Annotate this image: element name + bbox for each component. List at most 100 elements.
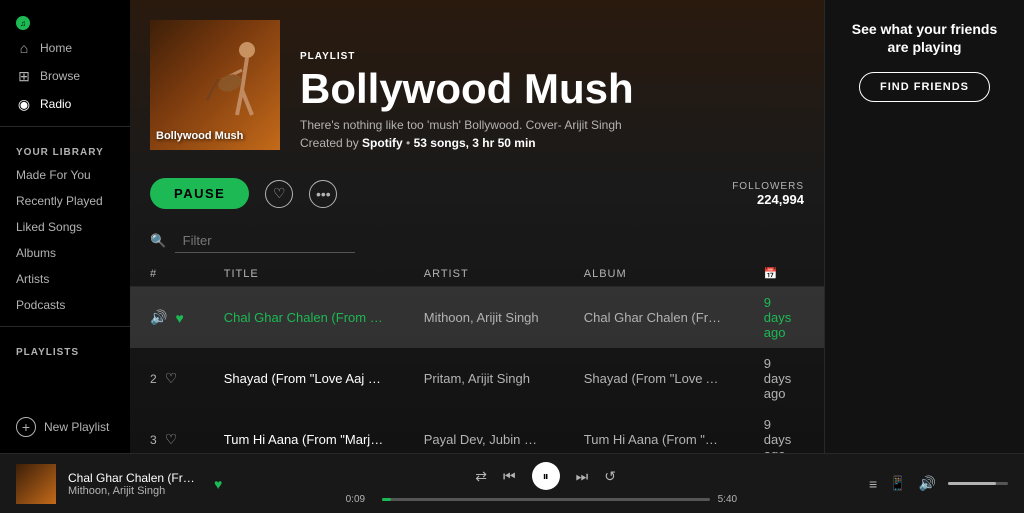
track-duration: 4:08 <box>811 348 824 409</box>
plus-icon: + <box>16 417 36 437</box>
followers-info: FOLLOWERS 224,994 <box>732 181 804 207</box>
player-album-art <box>16 464 56 504</box>
playlist-creator: Spotify <box>362 136 403 150</box>
track-title: Tum Hi Aana (From "Marjaavaan") <box>204 409 404 453</box>
queue-button[interactable]: ≡ <box>869 476 877 492</box>
track-duration: 4:09 <box>811 409 824 453</box>
player-track-name: Chal Ghar Chalen (From "Mal... <box>68 471 198 485</box>
content-area: Bollywood Mush PLAYLIST Bollywood Mush T… <box>130 0 1024 453</box>
filter-input[interactable] <box>175 229 355 253</box>
new-playlist-label: New Playlist <box>44 420 109 434</box>
sidebar-item-recently-played[interactable]: Recently Played <box>0 188 130 214</box>
track-album: Shayad (From "Love Aaj K... <box>564 348 744 409</box>
track-artist: Mithoon, Arijit Singh <box>404 287 564 349</box>
sidebar-item-label: Podcasts <box>16 298 65 312</box>
sidebar-item-home[interactable]: ⌂ Home <box>0 34 130 62</box>
track-date: 9 days ago <box>744 348 811 409</box>
next-button[interactable]: ⏭ <box>576 468 589 485</box>
right-sidebar: See what your friends are playing FIND F… <box>824 0 1024 453</box>
sidebar-divider <box>0 126 130 127</box>
sidebar-item-label: Home <box>40 41 72 55</box>
sidebar-item-label: Artists <box>16 272 49 286</box>
col-artist: ARTIST <box>404 261 564 287</box>
col-date: 📅 <box>744 261 811 287</box>
playlist-type-label: PLAYLIST <box>300 51 634 62</box>
current-time: 0:09 <box>346 494 374 505</box>
new-playlist-button[interactable]: + New Playlist <box>0 409 130 445</box>
followers-label: FOLLOWERS <box>732 181 804 192</box>
volume-bar[interactable] <box>948 482 1008 485</box>
total-time: 5:40 <box>718 494 746 505</box>
pause-button[interactable]: PAUSE <box>150 178 249 209</box>
sidebar-item-artists[interactable]: Artists <box>0 266 130 292</box>
player-artist-name: Mithoon, Arijit Singh <box>68 485 198 497</box>
sidebar-item-label: Browse <box>40 69 80 83</box>
track-duration: 5:41 <box>811 287 824 349</box>
playlist-header: Bollywood Mush PLAYLIST Bollywood Mush T… <box>130 0 824 166</box>
table-row[interactable]: 2♡Shayad (From "Love Aaj Kal")Pritam, Ar… <box>130 348 824 409</box>
sidebar-item-podcasts[interactable]: Podcasts <box>0 292 130 318</box>
player-heart-icon[interactable]: ♥ <box>214 476 222 492</box>
shuffle-button[interactable]: ⇄ <box>475 468 487 485</box>
spotify-logo: ♫ <box>16 16 30 30</box>
more-options-icon[interactable]: ••• <box>309 180 337 208</box>
radio-icon: ◉ <box>16 96 32 112</box>
sidebar-item-made-for-you[interactable]: Made For You <box>0 162 130 188</box>
playlist-description: There's nothing like too 'mush' Bollywoo… <box>300 118 634 132</box>
sidebar-item-browse[interactable]: ⊞ Browse <box>0 62 130 90</box>
table-row[interactable]: 🔊♥Chal Ghar Chalen (From "Malang - Unlea… <box>130 287 824 349</box>
volume-bar-fill <box>948 482 996 485</box>
nav-section: ⌂ Home ⊞ Browse ◉ Radio <box>0 34 130 118</box>
heart-action-icon[interactable]: ♡ <box>265 180 293 208</box>
sidebar-item-label: Albums <box>16 246 56 260</box>
track-table-header: # TITLE ARTIST ALBUM 📅 🕐 <box>130 261 824 287</box>
sidebar-item-label: Recently Played <box>16 194 103 208</box>
track-table: # TITLE ARTIST ALBUM 📅 🕐 🔊♥Chal Ghar Cha… <box>130 261 824 453</box>
playlist-actions: PAUSE ♡ ••• FOLLOWERS 224,994 <box>130 166 824 221</box>
player-buttons: ⇄ ⏮ ⏸ ⏭ ↺ <box>475 462 616 490</box>
track-album: Chal Ghar Chalen (From "... <box>564 287 744 349</box>
playlist-cover-art: Bollywood Mush <box>150 20 280 150</box>
cover-guitarist-svg <box>192 35 272 135</box>
track-number: 2♡ <box>130 348 204 409</box>
prev-button[interactable]: ⏮ <box>503 468 516 485</box>
col-title: TITLE <box>204 261 404 287</box>
followers-count: 224,994 <box>732 192 804 207</box>
library-label: YOUR LIBRARY <box>0 135 130 162</box>
progress-bar-fill <box>382 498 392 501</box>
pause-play-button[interactable]: ⏸ <box>532 462 560 490</box>
main-content: Bollywood Mush PLAYLIST Bollywood Mush T… <box>130 0 824 453</box>
devices-button[interactable]: 📱 <box>889 475 906 492</box>
track-date: 9 days ago <box>744 287 811 349</box>
repeat-button[interactable]: ↺ <box>604 468 616 485</box>
track-artist: Pritam, Arijit Singh <box>404 348 564 409</box>
playlists-label: PLAYLISTS <box>0 335 130 362</box>
heart-icon[interactable]: ♡ <box>165 370 178 387</box>
cover-label: Bollywood Mush <box>156 130 243 142</box>
sidebar-item-label: Made For You <box>16 168 91 182</box>
playlist-meta: Created by Spotify • 53 songs, 3 hr 50 m… <box>300 136 634 150</box>
volume-icon[interactable]: 🔊 <box>919 475 936 492</box>
friends-title: See what your friends are playing <box>841 20 1008 56</box>
sidebar-item-label: Liked Songs <box>16 220 82 234</box>
track-num-label: 2 <box>150 372 157 386</box>
table-row[interactable]: 3 ♡ Tum Hi Aana (From "Marjaavaan")Payal D… <box>130 409 824 453</box>
track-artist: Payal Dev, Jubin Nautiyal <box>404 409 564 453</box>
sidebar-item-label: Radio <box>40 97 71 111</box>
progress-row: 0:09 5:40 <box>346 494 746 505</box>
search-icon: 🔍 <box>150 233 166 248</box>
calendar-icon: 📅 <box>764 268 779 280</box>
find-friends-button[interactable]: FIND FRIENDS <box>859 72 990 102</box>
track-date: 9 days ago <box>744 409 811 453</box>
progress-bar[interactable] <box>382 498 710 501</box>
sidebar-divider-2 <box>0 326 130 327</box>
track-list: 🔊♥Chal Ghar Chalen (From "Malang - Unlea… <box>130 287 824 454</box>
track-num-label: 3 <box>150 433 157 447</box>
sidebar-item-liked-songs[interactable]: Liked Songs <box>0 214 130 240</box>
col-album: ALBUM <box>564 261 744 287</box>
sidebar-item-albums[interactable]: Albums <box>0 240 130 266</box>
playlist-cover: Bollywood Mush <box>150 20 280 150</box>
heart-icon[interactable]: ♡ <box>165 431 178 448</box>
sidebar-item-radio[interactable]: ◉ Radio <box>0 90 130 118</box>
heart-icon[interactable]: ♥ <box>175 310 183 326</box>
